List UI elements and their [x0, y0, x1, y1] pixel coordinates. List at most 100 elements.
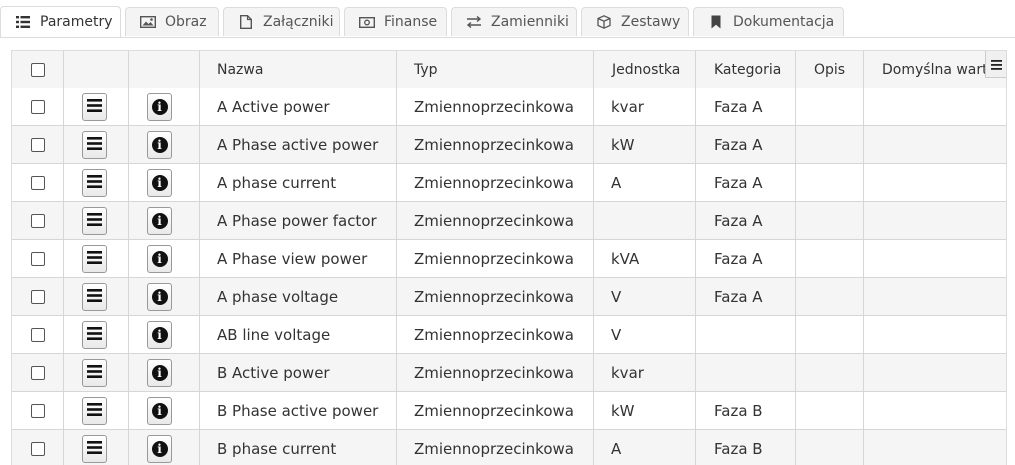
header-type[interactable]: Typ — [397, 51, 594, 88]
cell-default-value — [864, 316, 1006, 353]
table-row[interactable]: i B Phase active power Zmiennoprzecinkowa k… — [12, 392, 1006, 430]
info-icon: i — [151, 136, 168, 153]
cell-description — [796, 430, 864, 465]
row-info-button[interactable]: i — [147, 282, 172, 311]
row-actions-cell — [64, 164, 129, 201]
row-info-button[interactable]: i — [147, 396, 172, 425]
table-row[interactable]: i AB line voltage Zmiennoprzecinkowa V — [12, 316, 1006, 354]
table-row[interactable]: i A Phase view power Zmiennoprzecinkowa kVA… — [12, 240, 1006, 278]
row-info-button[interactable]: i — [147, 358, 172, 387]
cell-category: Faza A — [696, 240, 796, 277]
tab-zestawy[interactable]: Zestawy — [581, 7, 689, 36]
info-icon: i — [151, 440, 168, 457]
row-checkbox[interactable] — [31, 289, 45, 304]
row-actions-cell — [64, 392, 129, 429]
header-name[interactable]: Nazwa — [200, 51, 397, 88]
info-icon: i — [151, 250, 168, 267]
row-select-cell — [12, 88, 64, 125]
row-menu-button[interactable] — [82, 244, 107, 273]
cell-name: A Phase view power — [200, 240, 397, 277]
row-menu-button[interactable] — [82, 358, 107, 387]
cell-type: Zmiennoprzecinkowa — [397, 316, 594, 353]
cell-description — [796, 126, 864, 163]
row-checkbox[interactable] — [31, 403, 45, 418]
row-info-button[interactable]: i — [147, 168, 172, 197]
row-menu-button[interactable] — [82, 282, 107, 311]
cell-name: A Phase active power — [200, 126, 397, 163]
cell-category: Faza A — [696, 126, 796, 163]
row-info-cell: i — [129, 278, 200, 315]
cell-default-value — [864, 202, 1006, 239]
row-info-button[interactable]: i — [147, 130, 172, 159]
tab-zamienniki[interactable]: Zamienniki — [451, 7, 577, 36]
row-info-cell: i — [129, 88, 200, 125]
cell-default-value — [864, 126, 1006, 163]
header-unit[interactable]: Jednostka — [594, 51, 696, 88]
row-menu-button[interactable] — [82, 320, 107, 349]
table-row[interactable]: i A Phase power factor Zmiennoprzecinkowa F… — [12, 202, 1006, 240]
cell-description — [796, 354, 864, 391]
header-description[interactable]: Opis — [796, 51, 864, 88]
cell-unit — [594, 202, 696, 239]
image-icon — [139, 15, 157, 29]
header-category[interactable]: Kategoria — [696, 51, 796, 88]
bookmark-icon — [707, 15, 725, 29]
cell-name: A phase voltage — [200, 278, 397, 315]
tab-parametry[interactable]: Parametry — [0, 6, 121, 37]
cell-type: Zmiennoprzecinkowa — [397, 354, 594, 391]
tab-finanse[interactable]: Finanse — [344, 7, 447, 36]
row-checkbox[interactable] — [31, 441, 45, 456]
row-checkbox[interactable] — [31, 365, 45, 380]
cell-description — [796, 240, 864, 277]
row-checkbox[interactable] — [31, 327, 45, 342]
row-info-button[interactable]: i — [147, 244, 172, 273]
hamburger-icon — [87, 98, 102, 116]
cell-default-value — [864, 240, 1006, 277]
row-select-cell — [12, 240, 64, 277]
cell-type: Zmiennoprzecinkowa — [397, 164, 594, 201]
cell-category: Faza A — [696, 88, 796, 125]
row-info-button[interactable]: i — [147, 434, 172, 463]
row-menu-button[interactable] — [82, 396, 107, 425]
tab-label: Parametry — [40, 14, 113, 30]
swap-icon — [465, 15, 483, 29]
table-row[interactable]: i A phase current Zmiennoprzecinkowa A Faza … — [12, 164, 1006, 202]
row-checkbox[interactable] — [31, 175, 45, 190]
header-select-cell — [12, 51, 64, 88]
cell-category — [696, 316, 796, 353]
row-checkbox[interactable] — [31, 99, 45, 114]
row-menu-button[interactable] — [82, 168, 107, 197]
row-info-button[interactable]: i — [147, 320, 172, 349]
row-checkbox[interactable] — [31, 251, 45, 266]
cell-unit: kVA — [594, 240, 696, 277]
table-row[interactable]: i B Active power Zmiennoprzecinkowa kvar — [12, 354, 1006, 392]
table-row[interactable]: i A Active power Zmiennoprzecinkowa kvar Faz… — [12, 88, 1006, 126]
row-info-button[interactable]: i — [147, 92, 172, 121]
cell-type: Zmiennoprzecinkowa — [397, 240, 594, 277]
cell-unit: kvar — [594, 88, 696, 125]
row-info-button[interactable]: i — [147, 206, 172, 235]
table-row[interactable]: i A phase voltage Zmiennoprzecinkowa V Faza … — [12, 278, 1006, 316]
table-row[interactable]: i B phase current Zmiennoprzecinkowa A Faza … — [12, 430, 1006, 465]
column-menu-button[interactable] — [985, 51, 1006, 78]
tab-dokumentacja[interactable]: Dokumentacja — [693, 7, 844, 36]
row-menu-button[interactable] — [82, 206, 107, 235]
row-select-cell — [12, 316, 64, 353]
row-checkbox[interactable] — [31, 213, 45, 228]
row-menu-button[interactable] — [82, 130, 107, 159]
row-select-cell — [12, 164, 64, 201]
row-info-cell: i — [129, 354, 200, 391]
tab-zalaczniki[interactable]: Załączniki — [223, 7, 340, 36]
hamburger-icon — [87, 402, 102, 420]
row-menu-button[interactable] — [82, 92, 107, 121]
tab-obraz[interactable]: Obraz — [125, 7, 219, 36]
row-actions-cell — [64, 88, 129, 125]
table-row[interactable]: i A Phase active power Zmiennoprzecinkowa k… — [12, 126, 1006, 164]
row-menu-button[interactable] — [82, 434, 107, 463]
cell-default-value — [864, 278, 1006, 315]
cell-description — [796, 202, 864, 239]
row-checkbox[interactable] — [31, 137, 45, 152]
select-all-checkbox[interactable] — [31, 62, 45, 77]
cell-type: Zmiennoprzecinkowa — [397, 88, 594, 125]
info-icon: i — [151, 326, 168, 343]
